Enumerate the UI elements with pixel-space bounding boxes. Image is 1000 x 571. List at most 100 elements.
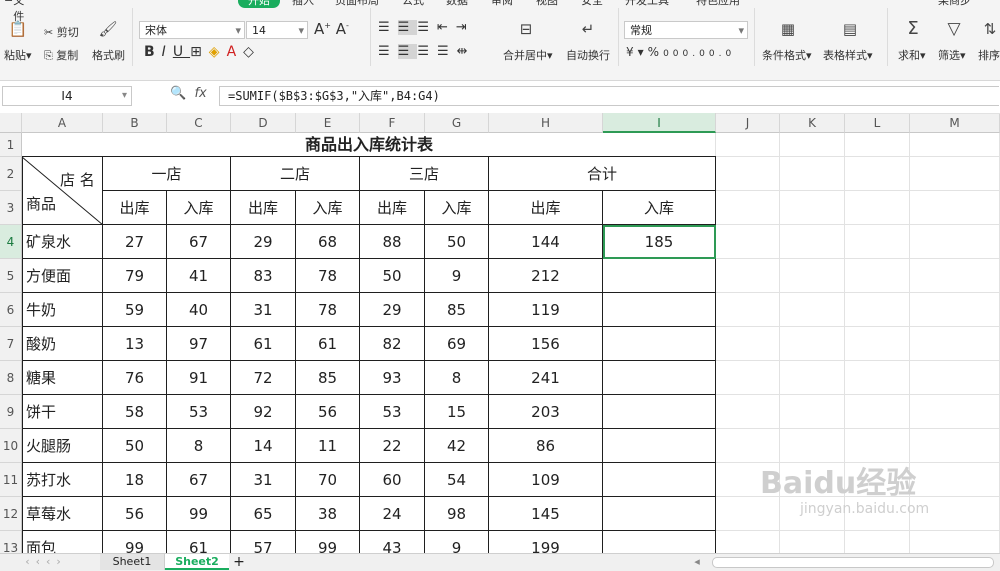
data-cell[interactable]: 9: [425, 531, 489, 553]
data-cell[interactable]: 83: [231, 259, 296, 293]
data-cell[interactable]: 60: [360, 463, 425, 497]
product-name-cell[interactable]: 饼干: [22, 395, 103, 429]
font-name-select[interactable]: 宋体 ▾: [139, 21, 245, 39]
data-cell[interactable]: 67: [167, 225, 231, 259]
merge-icon[interactable]: ⊟: [516, 20, 536, 38]
data-cell[interactable]: 212: [489, 259, 603, 293]
align-bottom-icon[interactable]: ☰: [417, 20, 437, 35]
data-cell[interactable]: 29: [231, 225, 296, 259]
data-cell[interactable]: 65: [231, 497, 296, 531]
select-all-corner[interactable]: [0, 113, 22, 133]
data-cell[interactable]: 203: [489, 395, 603, 429]
product-name-cell[interactable]: 草莓水: [22, 497, 103, 531]
column-header-l[interactable]: L: [845, 113, 910, 133]
number-buttons[interactable]: ¥▾%000.00.0: [626, 45, 735, 59]
currency-icon[interactable]: ¥▾: [626, 45, 648, 59]
row-header-10[interactable]: 10: [0, 429, 22, 463]
out-header-2[interactable]: 出库: [231, 191, 296, 225]
justify-icon[interactable]: ☰: [437, 44, 457, 59]
thousands-icon[interactable]: 000: [663, 49, 692, 59]
row-header-4[interactable]: 4: [0, 225, 22, 259]
product-name-cell[interactable]: 面包: [22, 531, 103, 553]
number-format-select[interactable]: 常规 ▾: [624, 21, 748, 39]
store-header-3[interactable]: 三店: [360, 157, 489, 191]
font-size-select[interactable]: 14 ▾: [246, 21, 308, 39]
align-center-icon[interactable]: ☰: [397, 44, 418, 59]
product-name-cell[interactable]: 火腿肠: [22, 429, 103, 463]
product-name-cell[interactable]: 苏打水: [22, 463, 103, 497]
data-cell[interactable]: 68: [296, 225, 360, 259]
align-left-icon[interactable]: ☰: [378, 44, 398, 59]
data-cell[interactable]: 93: [360, 361, 425, 395]
sheet-tab-sheet1[interactable]: Sheet1: [100, 554, 165, 570]
paste-icon[interactable]: 📋: [8, 20, 28, 38]
out-header-4[interactable]: 出库: [489, 191, 603, 225]
brush-icon[interactable]: 🖌: [98, 20, 118, 38]
data-cell[interactable]: 31: [231, 463, 296, 497]
data-cell[interactable]: 91: [167, 361, 231, 395]
data-cell[interactable]: 78: [296, 293, 360, 327]
tab-view[interactable]: 视图: [536, 0, 558, 8]
sort-icon[interactable]: ⇅: [980, 20, 1000, 38]
data-cell[interactable]: 53: [360, 395, 425, 429]
data-cell[interactable]: 119: [489, 293, 603, 327]
sum-icon[interactable]: Σ: [903, 20, 923, 38]
sheet-nav-arrows[interactable]: ‹‹‹›: [6, 554, 86, 570]
data-cell[interactable]: 15: [425, 395, 489, 429]
row-header-5[interactable]: 5: [0, 259, 22, 293]
store-header-4[interactable]: 合计: [489, 157, 716, 191]
data-cell[interactable]: 14: [231, 429, 296, 463]
data-cell[interactable]: 88: [360, 225, 425, 259]
data-cell[interactable]: 61: [296, 327, 360, 361]
data-cell[interactable]: 43: [360, 531, 425, 553]
distribute-icon[interactable]: ⇹: [457, 44, 476, 59]
conditional-format-icon[interactable]: ▦: [778, 20, 798, 38]
data-cell[interactable]: 40: [167, 293, 231, 327]
tab-special[interactable]: 特色应用: [696, 0, 740, 8]
row-header-13[interactable]: 13: [0, 531, 22, 553]
name-box[interactable]: I4 ▾: [2, 86, 132, 106]
data-cell[interactable]: [603, 531, 716, 553]
data-cell[interactable]: 50: [425, 225, 489, 259]
in-header-4[interactable]: 入库: [603, 191, 716, 225]
row-header-2[interactable]: 2: [0, 157, 22, 191]
sheet-tab-sheet2[interactable]: Sheet2: [165, 554, 229, 570]
column-header-h[interactable]: H: [489, 113, 603, 133]
font-color-icon[interactable]: A: [227, 44, 244, 60]
data-cell[interactable]: 27: [103, 225, 167, 259]
data-cell[interactable]: 99: [296, 531, 360, 553]
row-header-12[interactable]: 12: [0, 497, 22, 531]
tab-formulas[interactable]: 公式: [402, 0, 424, 8]
table-style-button[interactable]: 表格样式▾: [823, 47, 873, 63]
data-cell[interactable]: 145: [489, 497, 603, 531]
column-header-j[interactable]: J: [716, 113, 780, 133]
increase-decimal-icon[interactable]: .00: [692, 49, 718, 59]
data-cell[interactable]: 8: [425, 361, 489, 395]
data-cell[interactable]: 31: [231, 293, 296, 327]
column-header-d[interactable]: D: [231, 113, 296, 133]
data-cell[interactable]: 78: [296, 259, 360, 293]
column-header-i[interactable]: I: [603, 113, 716, 133]
row-header-11[interactable]: 11: [0, 463, 22, 497]
column-header-c[interactable]: C: [167, 113, 231, 133]
data-cell[interactable]: 76: [103, 361, 167, 395]
data-cell[interactable]: 58: [103, 395, 167, 429]
data-cell[interactable]: 69: [425, 327, 489, 361]
active-cell-i4[interactable]: 185: [603, 225, 716, 259]
data-cell[interactable]: 56: [103, 497, 167, 531]
indent-icon[interactable]: ⇤: [437, 20, 456, 35]
data-cell[interactable]: 241: [489, 361, 603, 395]
formula-input[interactable]: =SUMIF($B$3:$G$3,"入库",B4:G4): [219, 86, 999, 106]
data-cell[interactable]: 82: [360, 327, 425, 361]
tab-data[interactable]: 数据: [446, 0, 468, 8]
data-cell[interactable]: 156: [489, 327, 603, 361]
outdent-icon[interactable]: ⇥: [456, 20, 475, 35]
data-cell[interactable]: 59: [103, 293, 167, 327]
wrap-text-button[interactable]: 自动换行: [566, 47, 610, 63]
align-row[interactable]: ☰☰☰☰⇹: [378, 44, 476, 59]
product-name-cell[interactable]: 矿泉水: [22, 225, 103, 259]
data-cell[interactable]: [603, 361, 716, 395]
data-cell[interactable]: 18: [103, 463, 167, 497]
data-cell[interactable]: 86: [489, 429, 603, 463]
tab-page-layout[interactable]: 页面布局: [335, 0, 379, 8]
